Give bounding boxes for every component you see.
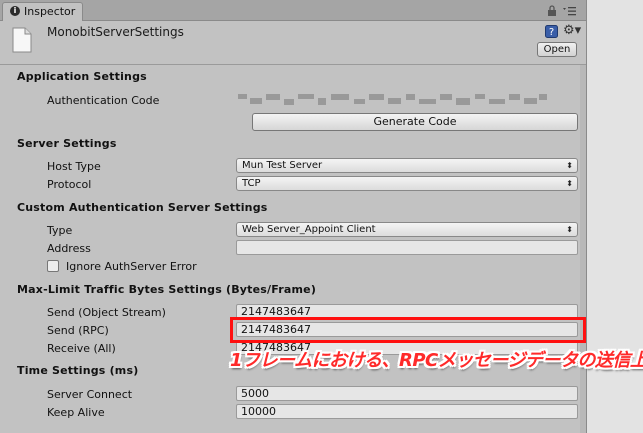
section-time-settings: Time Settings (ms) (17, 364, 139, 377)
lock-icon[interactable] (547, 5, 557, 17)
keep-alive-field[interactable]: 10000 (236, 404, 578, 419)
send-rpc-label: Send (RPC) (47, 324, 109, 337)
server-connect-field[interactable]: 5000 (236, 386, 578, 401)
host-type-dropdown[interactable]: Mun Test Server ⬍ (236, 158, 578, 173)
file-icon (12, 27, 32, 53)
protocol-value: TCP (242, 178, 261, 189)
server-connect-label: Server Connect (47, 388, 133, 401)
ignore-auth-error-checkbox[interactable] (47, 260, 59, 272)
receive-all-label: Receive (All) (47, 342, 116, 355)
info-icon: i (10, 6, 20, 16)
inspector-header: MonobitServerSettings ? ⚙▾ Open (0, 21, 586, 65)
annotation-callout: 1フレームにおける、RPCメッセージデータの送信上限 (230, 350, 643, 371)
host-type-label: Host Type (47, 160, 101, 173)
tab-label: Inspector (24, 5, 76, 18)
host-type-value: Mun Test Server (242, 160, 323, 171)
asset-title: MonobitServerSettings (47, 25, 184, 39)
keep-alive-label: Keep Alive (47, 406, 105, 419)
section-custom-auth-settings: Custom Authentication Server Settings (17, 201, 268, 214)
generate-code-button[interactable]: Generate Code (252, 113, 578, 131)
help-icon[interactable]: ? (545, 25, 558, 38)
open-button[interactable]: Open (537, 42, 577, 57)
dropdown-arrow-icon: ⬍ (566, 161, 573, 170)
auth-type-label: Type (47, 224, 73, 237)
menu-icon[interactable] (562, 6, 576, 16)
auth-code-label: Authentication Code (47, 94, 160, 107)
section-traffic-settings: Max-Limit Traffic Bytes Settings (Bytes/… (17, 283, 317, 296)
protocol-label: Protocol (47, 178, 92, 191)
send-object-stream-label: Send (Object Stream) (47, 306, 166, 319)
auth-type-dropdown[interactable]: Web Server_Appoint Client ⬍ (236, 222, 578, 237)
dropdown-arrow-icon: ⬍ (566, 225, 573, 234)
dropdown-arrow-icon: ⬍ (566, 179, 573, 188)
auth-code-field-blurred[interactable] (236, 92, 548, 107)
svg-text:?: ? (549, 27, 554, 38)
tab-inspector[interactable]: i Inspector (2, 2, 83, 21)
protocol-dropdown[interactable]: TCP ⬍ (236, 176, 578, 191)
auth-type-value: Web Server_Appoint Client (242, 224, 376, 235)
address-field[interactable] (236, 240, 578, 255)
address-label: Address (47, 242, 91, 255)
section-application-settings: Application Settings (17, 70, 147, 83)
section-server-settings: Server Settings (17, 137, 117, 150)
gear-icon[interactable]: ⚙▾ (563, 24, 581, 38)
highlight-box (230, 317, 586, 343)
ignore-auth-error-label: Ignore AuthServer Error (66, 260, 197, 273)
tab-bar: i Inspector (0, 0, 586, 21)
